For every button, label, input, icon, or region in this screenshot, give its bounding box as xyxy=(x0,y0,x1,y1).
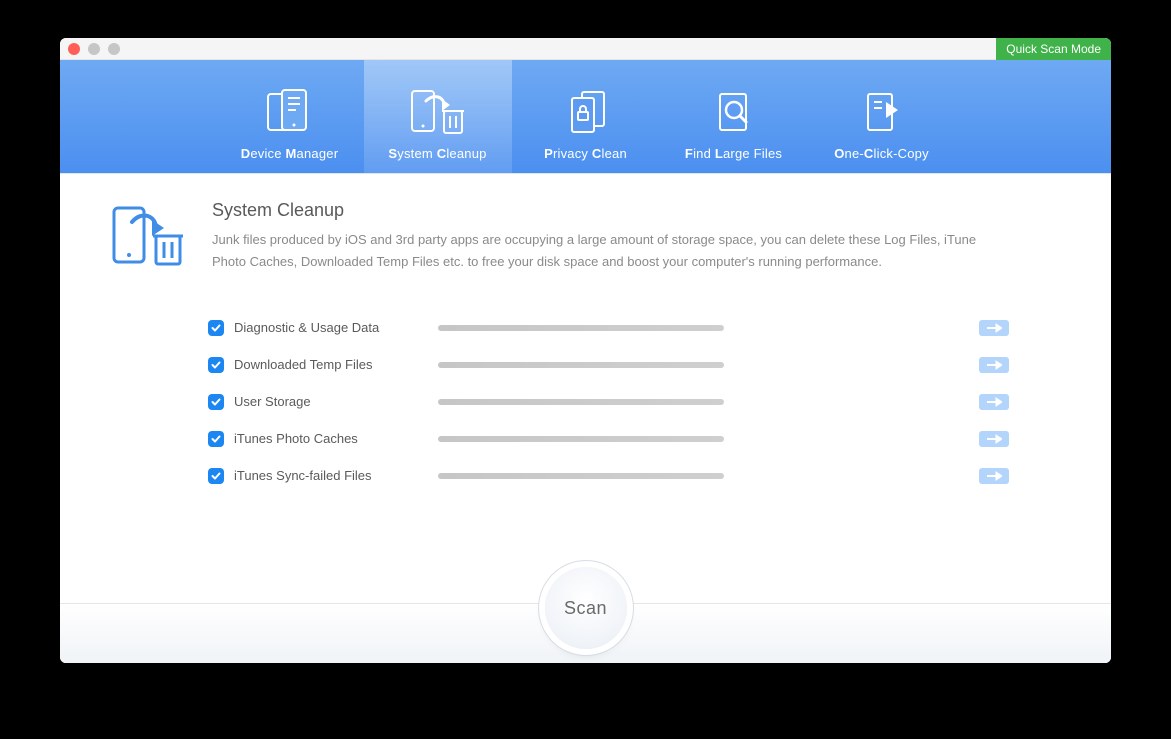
scan-button-label: Scan xyxy=(564,598,607,619)
content-pane: System Cleanup Junk files produced by iO… xyxy=(60,174,1111,663)
maximize-button[interactable] xyxy=(108,43,120,55)
close-button[interactable] xyxy=(68,43,80,55)
progress-bar xyxy=(438,399,724,405)
progress-bar xyxy=(438,325,724,331)
find-large-files-icon xyxy=(704,86,764,138)
app-window: Quick Scan Mode Device Manager xyxy=(60,38,1111,663)
detail-arrow-button[interactable] xyxy=(979,357,1009,373)
tab-device-manager[interactable]: Device Manager xyxy=(216,60,364,173)
detail-arrow-button[interactable] xyxy=(979,320,1009,336)
page-intro: System Cleanup Junk files produced by iO… xyxy=(60,174,1111,293)
tab-label: Find Large Files xyxy=(685,146,782,161)
tab-label: Privacy Clean xyxy=(544,146,627,161)
tab-find-large-files[interactable]: Find Large Files xyxy=(660,60,808,173)
cleanup-item-row: iTunes Photo Caches xyxy=(208,420,1051,457)
scan-button[interactable]: Scan xyxy=(545,567,627,649)
progress-bar xyxy=(438,436,724,442)
item-label: iTunes Photo Caches xyxy=(234,431,438,446)
detail-arrow-button[interactable] xyxy=(979,468,1009,484)
progress-bar xyxy=(438,473,724,479)
page-title: System Cleanup xyxy=(212,200,1012,221)
cleanup-item-row: Downloaded Temp Files xyxy=(208,346,1051,383)
checkbox[interactable] xyxy=(208,431,224,447)
checkbox[interactable] xyxy=(208,394,224,410)
checkbox[interactable] xyxy=(208,357,224,373)
titlebar: Quick Scan Mode xyxy=(60,38,1111,60)
window-controls xyxy=(68,43,120,55)
checkbox[interactable] xyxy=(208,468,224,484)
item-label: User Storage xyxy=(234,394,438,409)
item-label: Diagnostic & Usage Data xyxy=(234,320,438,335)
page-description: Junk files produced by iOS and 3rd party… xyxy=(212,229,1012,273)
cleanup-item-row: Diagnostic & Usage Data xyxy=(208,309,1051,346)
cleanup-item-row: User Storage xyxy=(208,383,1051,420)
detail-arrow-button[interactable] xyxy=(979,394,1009,410)
checkbox[interactable] xyxy=(208,320,224,336)
tab-label: One-Click-Copy xyxy=(834,146,929,161)
device-manager-icon xyxy=(260,86,320,138)
tab-one-click-copy[interactable]: One-Click-Copy xyxy=(808,60,956,173)
quick-scan-mode-badge[interactable]: Quick Scan Mode xyxy=(996,38,1111,60)
item-label: iTunes Sync-failed Files xyxy=(234,468,438,483)
tab-system-cleanup[interactable]: System Cleanup xyxy=(364,60,512,173)
system-cleanup-hero-icon xyxy=(108,200,186,270)
one-click-copy-icon xyxy=(852,86,912,138)
tab-privacy-clean[interactable]: Privacy Clean xyxy=(512,60,660,173)
detail-arrow-button[interactable] xyxy=(979,431,1009,447)
tab-label: System Cleanup xyxy=(388,146,486,161)
tab-label: Device Manager xyxy=(241,146,338,161)
progress-bar xyxy=(438,362,724,368)
header-nav: Device Manager System Cleanup xyxy=(60,60,1111,174)
privacy-clean-icon xyxy=(556,86,616,138)
cleanup-items-list: Diagnostic & Usage Data Downloaded Temp F… xyxy=(60,293,1111,494)
system-cleanup-icon xyxy=(408,86,468,138)
cleanup-item-row: iTunes Sync-failed Files xyxy=(208,457,1051,494)
minimize-button[interactable] xyxy=(88,43,100,55)
item-label: Downloaded Temp Files xyxy=(234,357,438,372)
